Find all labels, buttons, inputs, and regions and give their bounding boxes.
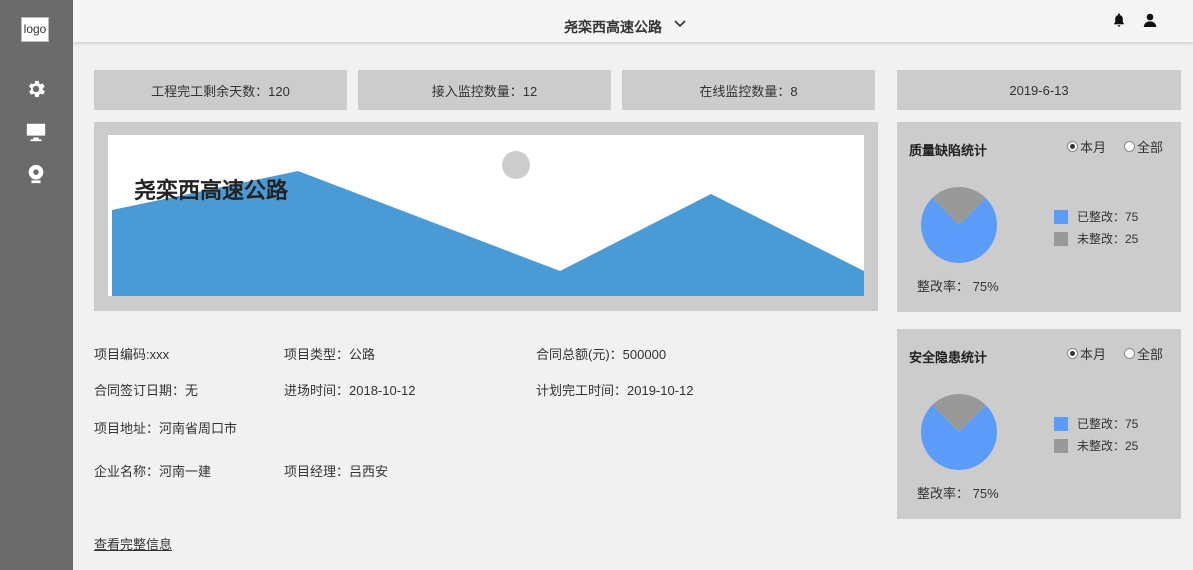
rectify-rate: 整改率： 75% <box>917 279 999 294</box>
rectify-rate: 整改率： 75% <box>917 486 999 501</box>
info-plan-finish: 计划完工时间：2019-10-12 <box>536 380 694 399</box>
info-project-type: 项目类型：公路 <box>284 344 375 363</box>
legend-undone: 未整改：25 <box>1054 230 1138 247</box>
mountain-illustration <box>112 151 864 296</box>
view-full-info-link[interactable]: 查看完整信息 <box>94 534 172 553</box>
project-banner: 尧栾西高速公路 <box>94 122 878 311</box>
webcam-icon <box>28 164 44 184</box>
legend-done: 已整改：75 <box>1054 208 1138 225</box>
info-label: 合同签订日期： <box>94 383 186 398</box>
info-value: 2019-10-12 <box>627 383 694 398</box>
info-label: 计划完工时间： <box>536 383 628 398</box>
quality-pie-chart <box>921 187 997 263</box>
radio-dot <box>1124 348 1135 359</box>
camera-nav[interactable] <box>24 163 48 185</box>
info-value: xxx <box>149 347 170 362</box>
radio-dot <box>1124 141 1135 152</box>
legend-label: 已整改：75 <box>1077 210 1139 224</box>
info-entry-time: 进场时间：2018-10-12 <box>284 380 416 399</box>
notification-button[interactable] <box>1111 12 1127 28</box>
radio-this-month[interactable]: 本月 <box>1067 137 1106 156</box>
radio-dot <box>1067 141 1078 152</box>
radio-label: 本月 <box>1080 140 1107 155</box>
bell-icon <box>1114 13 1124 27</box>
stat-online-monitors: 在线监控数量：8 <box>622 70 875 110</box>
info-value: 无 <box>185 383 199 398</box>
stat-connected-monitors: 接入监控数量：12 <box>358 70 611 110</box>
info-label: 进场时间： <box>284 383 350 398</box>
legend-label: 未整改：25 <box>1077 439 1139 453</box>
info-label: 合同总额(元)： <box>536 347 623 362</box>
legend-done: 已整改：75 <box>1054 415 1138 432</box>
legend-swatch <box>1054 416 1068 431</box>
legend-swatch <box>1054 209 1068 224</box>
legend-swatch <box>1054 231 1068 246</box>
info-value: 河南一建 <box>159 464 212 479</box>
radio-dot <box>1067 348 1078 359</box>
info-address: 项目地址：河南省周口市 <box>94 418 237 437</box>
info-manager: 项目经理：吕西安 <box>284 461 388 480</box>
legend-label: 未整改：25 <box>1077 232 1139 246</box>
legend-label: 已整改：75 <box>1077 417 1139 431</box>
user-button[interactable] <box>1142 12 1158 28</box>
safety-pie-chart <box>921 394 997 470</box>
info-label: 项目地址： <box>94 421 160 436</box>
radio-label: 全部 <box>1137 140 1164 155</box>
info-label: 项目经理： <box>284 464 350 479</box>
radio-all[interactable]: 全部 <box>1124 137 1163 156</box>
info-value: 2018-10-12 <box>349 383 416 398</box>
safety-hazard-panel: 安全隐患统计 本月 全部 已整改：75 未整改：25 整改率： 75% <box>897 329 1181 519</box>
banner-image: 尧栾西高速公路 <box>108 135 864 296</box>
legend-undone: 未整改：25 <box>1054 437 1138 454</box>
radio-this-month[interactable]: 本月 <box>1067 344 1106 363</box>
legend-swatch <box>1054 438 1068 453</box>
info-contract-amount: 合同总额(元)：500000 <box>536 344 666 363</box>
info-label: 项目编码: <box>94 347 150 362</box>
stat-remaining-days: 工程完工剩余天数：120 <box>94 70 347 110</box>
radio-label: 本月 <box>1080 347 1107 362</box>
info-sign-date: 合同签订日期：无 <box>94 380 198 399</box>
settings-nav[interactable] <box>24 78 48 100</box>
gear-icon <box>29 80 45 98</box>
current-date: 2019-6-13 <box>897 70 1181 110</box>
info-project-code: 项目编码:xxx <box>94 344 169 363</box>
info-label: 项目类型： <box>284 347 350 362</box>
info-label: 企业名称： <box>94 464 160 479</box>
quality-defect-panel: 质量缺陷统计 本月 全部 已整改：75 未整改：25 整改率： 75% <box>897 122 1181 312</box>
monitor-nav[interactable] <box>24 121 48 143</box>
info-value: 吕西安 <box>349 464 389 479</box>
project-selector-title[interactable]: 尧栾西高速公路 <box>564 17 662 37</box>
panel-title: 质量缺陷统计 <box>909 143 988 158</box>
panel-title: 安全隐患统计 <box>909 350 988 365</box>
banner-title: 尧栾西高速公路 <box>134 178 289 203</box>
info-company: 企业名称：河南一建 <box>94 461 211 480</box>
info-value: 500000 <box>622 347 667 362</box>
user-icon <box>1143 13 1157 27</box>
sidebar: logo <box>0 0 73 570</box>
radio-label: 全部 <box>1137 347 1164 362</box>
logo[interactable]: logo <box>21 17 49 42</box>
top-header: 尧栾西高速公路 <box>73 0 1193 42</box>
chevron-down-icon[interactable] <box>673 17 687 31</box>
radio-all[interactable]: 全部 <box>1124 344 1163 363</box>
info-value: 公路 <box>349 347 376 362</box>
monitor-icon <box>26 123 46 142</box>
info-value: 河南省周口市 <box>159 421 238 436</box>
